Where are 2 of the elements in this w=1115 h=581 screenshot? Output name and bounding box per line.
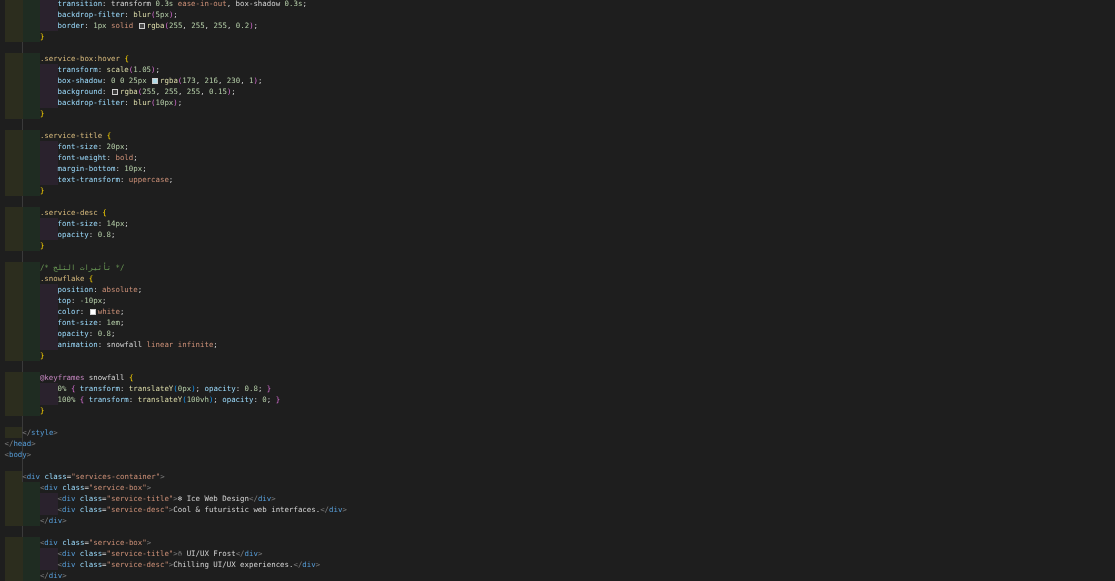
indent-guide [4, 427, 23, 438]
indent-guide [4, 262, 40, 273]
